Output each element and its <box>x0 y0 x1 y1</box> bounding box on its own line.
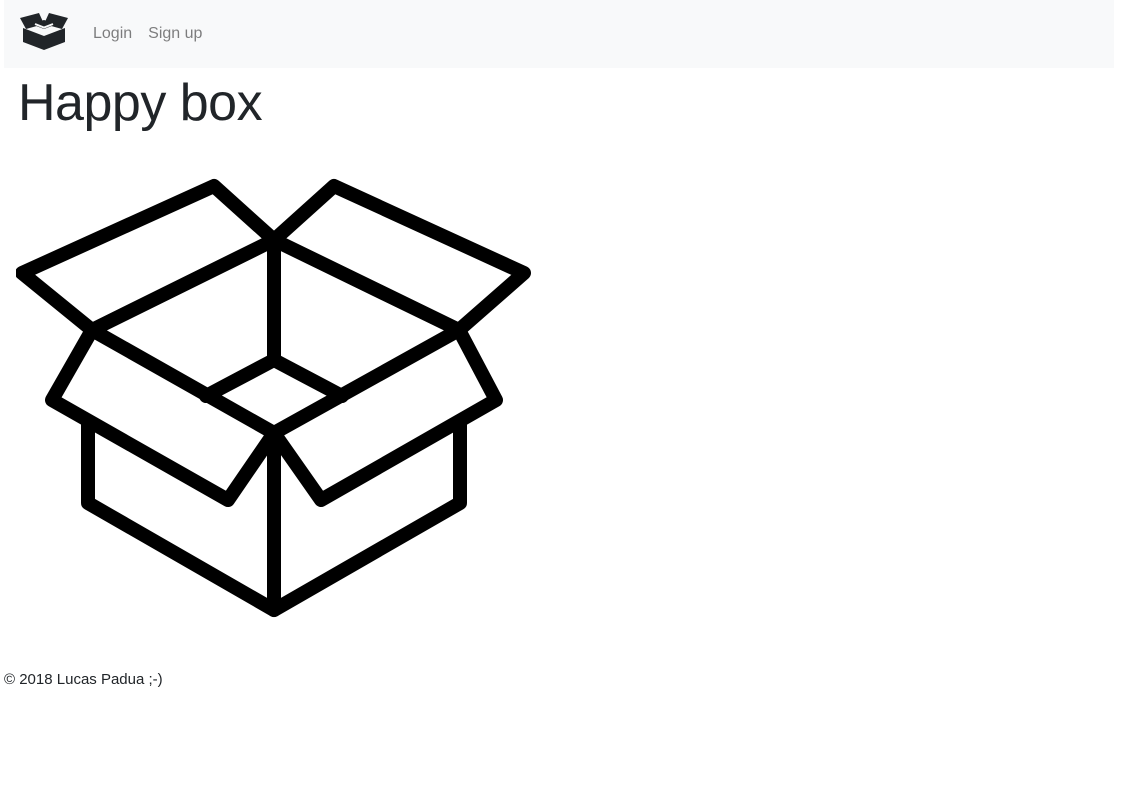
brand-logo-link[interactable] <box>19 12 69 50</box>
navbar: Login Sign up <box>4 0 1114 68</box>
open-box-outline-icon <box>16 179 531 617</box>
open-box-icon <box>20 13 68 50</box>
footer-copyright: © 2018 Lucas Padua ;-) <box>4 671 163 688</box>
page-title: Happy box <box>18 74 263 132</box>
login-link[interactable]: Login <box>93 24 132 44</box>
nav-links: Login Sign up <box>93 24 202 44</box>
signup-link[interactable]: Sign up <box>148 24 202 44</box>
